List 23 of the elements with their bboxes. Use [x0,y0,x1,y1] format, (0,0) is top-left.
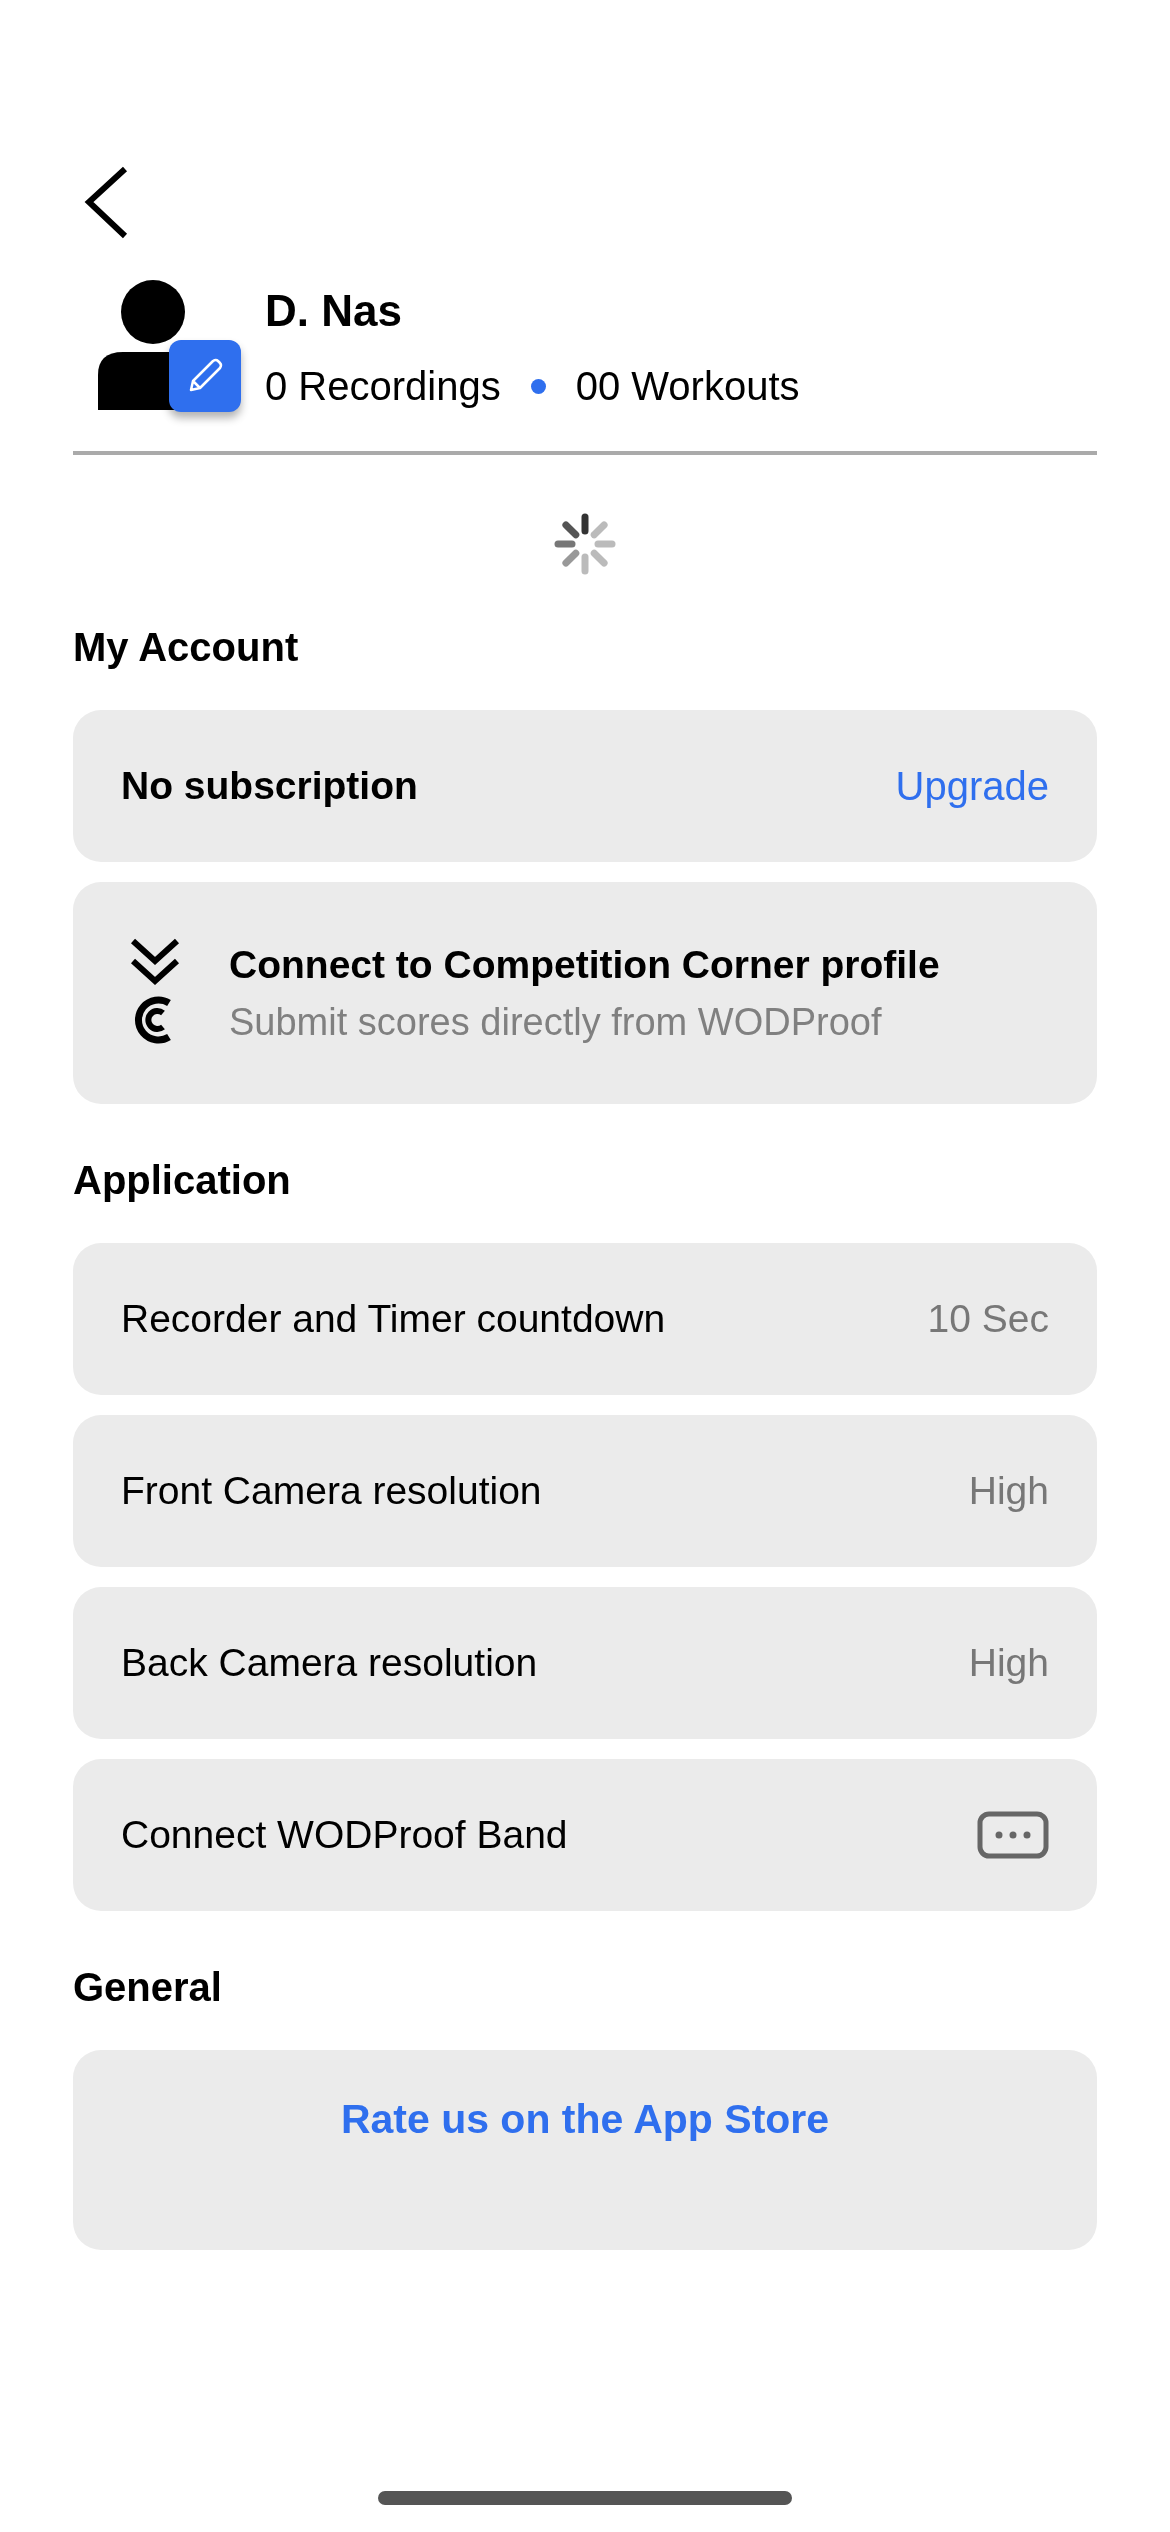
workouts-count: 00 Workouts [575,364,800,409]
subscription-status: No subscription [121,764,418,808]
more-icon [977,1811,1049,1859]
edit-profile-button[interactable] [169,340,241,412]
setting-value: High [968,1469,1049,1513]
section-title: My Account [73,625,300,670]
separator-dot-icon [530,379,546,394]
connect-subtitle: Submit scores directly from WODProof [229,1000,883,1044]
setting-row[interactable]: Recorder and Timer countdown 10 Sec [73,1243,1097,1395]
setting-row[interactable]: Front Camera resolution High [73,1415,1097,1567]
setting-value: 10 Sec [927,1297,1049,1341]
connect-profile-button[interactable]: Connect to Competition Corner profile Submit scores directly from WODProof [73,882,1097,1104]
section-title: Application [73,1158,292,1203]
section-title: General [73,1965,223,2010]
setting-row[interactable]: Back Camera resolution High [73,1587,1097,1739]
recordings-count: 0 Recordings [265,364,501,409]
setting-row[interactable]: Connect WODProof Band [73,1759,1097,1911]
user-name: D. Nas [265,286,403,336]
upgrade-link[interactable]: Upgrade [895,763,1049,809]
rate-app-button[interactable]: Rate us on the App Store [73,2050,1097,2250]
connect-title: Connect to Competition Corner profile [229,942,940,987]
setting-value: High [968,1641,1049,1685]
loading-spinner-icon [554,513,616,575]
